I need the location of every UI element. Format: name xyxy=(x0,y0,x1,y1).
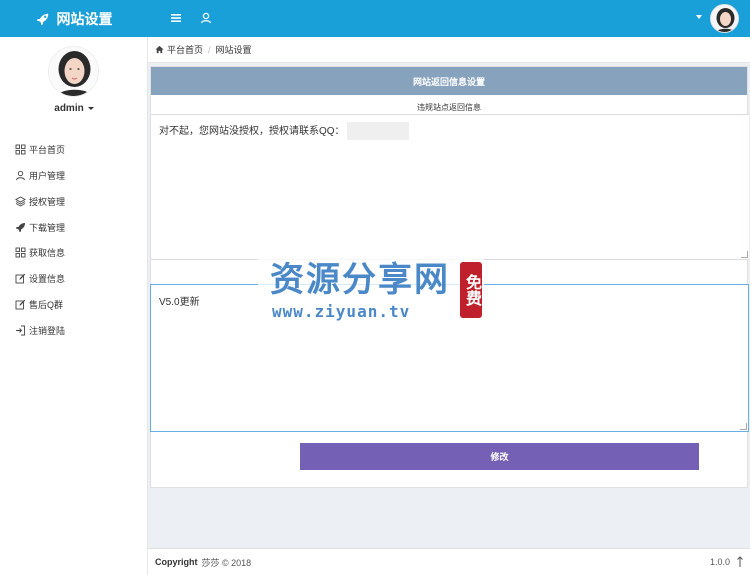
user-icon[interactable] xyxy=(199,11,213,25)
submit-button[interactable]: 修改 xyxy=(300,443,699,470)
watermark-title: 资源分享网 xyxy=(270,260,450,300)
chevron-down-icon xyxy=(87,106,94,110)
sidebar-item-users[interactable]: 用户管理 xyxy=(15,168,65,182)
sidebar-item-label: 设置信息 xyxy=(29,273,66,284)
sidebar-item-qq-group[interactable]: 售后Q群 xyxy=(15,297,63,311)
grid-icon xyxy=(15,144,26,154)
grid-icon xyxy=(15,247,26,257)
sidebar-item-label: 平台首页 xyxy=(29,144,66,155)
copyright-label: Copyright xyxy=(155,557,198,567)
sidebar-item-home[interactable]: 平台首页 xyxy=(15,142,65,156)
sidebar-username[interactable]: admin xyxy=(0,103,148,114)
sidebar: admin 平台首页 用户管理 授权管理 下载管理 获取信息 设置信息 售后Q群… xyxy=(0,37,148,575)
breadcrumb-separator: / xyxy=(208,44,211,55)
breadcrumb: 平台首页 / 网站设置 xyxy=(148,37,750,63)
list-icon[interactable] xyxy=(169,11,183,25)
copyright-text: 莎莎 © 2018 xyxy=(201,557,252,568)
arrow-up-icon[interactable] xyxy=(736,556,744,568)
sidebar-item-label: 获取信息 xyxy=(29,247,66,258)
version-label: 1.0.0 xyxy=(709,557,730,567)
sidebar-item-info[interactable]: 获取信息 xyxy=(15,245,65,259)
layers-icon xyxy=(15,195,26,207)
footer: Copyright 莎莎 © 2018 1.0.0 xyxy=(148,548,750,575)
sidebar-item-label: 售后Q群 xyxy=(29,299,64,310)
app-title: 网站设置 xyxy=(56,10,113,27)
resize-handle[interactable] xyxy=(741,251,748,258)
sidebar-avatar[interactable] xyxy=(48,46,99,97)
panel-heading: 网站返回信息设置 xyxy=(151,67,747,95)
violation-message-textarea[interactable]: 对不起，您网站没授权，授权请联系QQ： xyxy=(151,114,749,260)
edit-icon xyxy=(15,299,26,309)
top-avatar[interactable] xyxy=(710,4,739,33)
sidebar-item-download[interactable]: 下载管理 xyxy=(15,220,65,234)
resize-handle[interactable] xyxy=(740,423,747,430)
update-text: V5.0更新 xyxy=(159,297,200,308)
sidebar-item-settings[interactable]: 设置信息 xyxy=(15,271,65,285)
top-navbar: 网站设置 xyxy=(0,0,750,37)
qq-redacted-box xyxy=(346,122,409,141)
sidebar-item-label: 下载管理 xyxy=(29,222,66,233)
sidebar-item-label: 用户管理 xyxy=(29,170,66,181)
rocket-icon xyxy=(16,222,25,232)
rocket-icon xyxy=(36,13,48,25)
breadcrumb-current: 网站设置 xyxy=(215,45,252,55)
edit-icon xyxy=(15,273,26,283)
watermark: 资源分享网 www.ziyuan.tv 免费 xyxy=(258,246,484,322)
sidebar-item-label: 注销登陆 xyxy=(29,325,66,336)
app-logo[interactable]: 网站设置 xyxy=(0,0,148,37)
violation-message-text: 对不起，您网站没授权，授权请联系QQ： xyxy=(159,126,345,137)
sidebar-item-label: 授权管理 xyxy=(29,196,66,207)
watermark-stamp: 免费 xyxy=(460,262,482,318)
user-dropdown-caret[interactable] xyxy=(696,15,702,19)
watermark-url: www.ziyuan.tv xyxy=(272,302,411,321)
breadcrumb-home[interactable]: 平台首页 xyxy=(167,43,203,56)
sidebar-item-logout[interactable]: 注销登陆 xyxy=(15,323,65,337)
logout-icon xyxy=(16,325,25,335)
home-icon xyxy=(155,45,164,54)
panel-subtitle: 违规站点返回信息 xyxy=(417,103,481,112)
user-icon xyxy=(16,170,25,180)
username-label: admin xyxy=(54,103,84,114)
sidebar-item-auth[interactable]: 授权管理 xyxy=(15,194,65,208)
